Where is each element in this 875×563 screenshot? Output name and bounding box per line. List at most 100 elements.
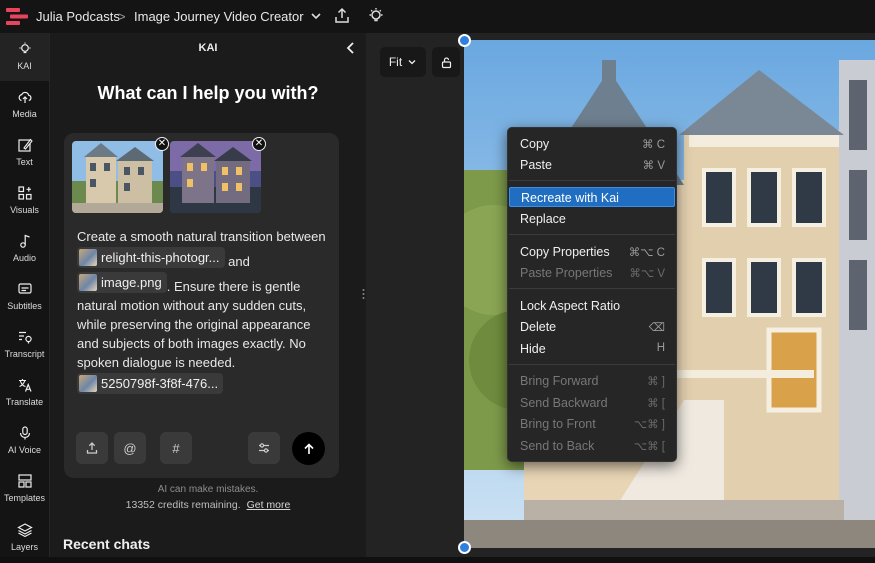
chip-label: image.png	[101, 275, 162, 290]
rail-item-text[interactable]: Text	[0, 129, 49, 177]
menu-item-replace[interactable]: Replace	[509, 209, 675, 229]
timeline-edge	[0, 557, 875, 563]
rail-item-subtitles[interactable]: Subtitles	[0, 273, 49, 321]
menu-item-bring-forward: Bring Forward ⌘ ]	[509, 371, 675, 391]
rail-item-templates[interactable]: Templates	[0, 465, 49, 513]
music-note-icon	[19, 234, 30, 248]
menu-shortcut: H	[656, 342, 665, 354]
menu-label: Paste	[520, 158, 552, 172]
credits-remaining: 13352 credits remaining.	[125, 499, 241, 511]
menu-label: Send to Back	[520, 439, 595, 453]
transcript-icon	[18, 331, 32, 344]
share-upload-icon[interactable]	[332, 6, 352, 26]
prompt-card: ✕ ✕ Create a smooth natural transition b…	[64, 133, 339, 478]
menu-item-send-to-back: Send to Back ⌥⌘ [	[509, 436, 675, 456]
kai-panel: KAI What can I help you with? ✕ ✕ Create…	[50, 33, 366, 563]
menu-separator	[509, 180, 675, 181]
menu-label: Recreate with Kai	[521, 191, 619, 205]
menu-item-delete[interactable]: Delete ⌫	[509, 317, 675, 337]
chip-label: 5250798f-3f8f-476...	[101, 376, 219, 391]
menu-item-copy-properties[interactable]: Copy Properties ⌘⌥ C	[509, 242, 675, 262]
upload-icon	[86, 442, 98, 454]
menu-item-hide[interactable]: Hide H	[509, 339, 675, 359]
aspect-lock-button[interactable]	[432, 47, 460, 77]
menu-separator	[509, 234, 675, 235]
rail-item-transcript[interactable]: Transcript	[0, 321, 49, 369]
bulb-icon	[19, 42, 30, 54]
chip-label: relight-this-photogr...	[101, 250, 220, 265]
arrow-up-icon	[303, 442, 314, 454]
zoom-label: Fit	[388, 55, 403, 69]
rail-item-kai[interactable]: KAI	[0, 33, 49, 81]
chevron-down-icon	[408, 60, 416, 65]
rail-label: Templates	[3, 493, 46, 503]
rail-label: AI Voice	[7, 445, 42, 455]
house-day-thumbnail	[72, 141, 163, 213]
rail-label: Audio	[12, 253, 37, 263]
rail-label: KAI	[17, 61, 32, 71]
mention-chip-3[interactable]: 5250798f-3f8f-476...	[77, 373, 224, 394]
subtitles-icon	[17, 283, 32, 294]
menu-item-paste[interactable]: Paste ⌘ V	[509, 155, 675, 175]
rail-item-visuals[interactable]: Visuals	[0, 177, 49, 225]
breadcrumb-project[interactable]: Image Journey Video Creator	[134, 9, 304, 24]
menu-item-recreate-with-kai[interactable]: Recreate with Kai	[509, 187, 675, 207]
send-button[interactable]	[292, 432, 325, 465]
menu-item-copy[interactable]: Copy ⌘ C	[509, 134, 675, 154]
rail-label: Subtitles	[7, 301, 42, 311]
menu-shortcut: ⌘⌥ C	[628, 247, 665, 259]
menu-item-lock-aspect-ratio[interactable]: Lock Aspect Ratio	[509, 296, 675, 316]
rail-label: Text	[16, 157, 33, 167]
resize-handle-bottom-left[interactable]	[458, 541, 471, 554]
unlock-icon	[441, 56, 451, 68]
menu-label: Delete	[520, 320, 557, 334]
prompt-text[interactable]: Create a smooth natural transition betwe…	[77, 227, 329, 397]
image-thumbnail-icon	[79, 249, 97, 266]
attached-image-2[interactable]	[170, 141, 261, 213]
chevron-left-icon[interactable]	[344, 41, 358, 55]
menu-item-send-backward: Send Backward ⌘ [	[509, 393, 675, 413]
translate-icon	[18, 379, 32, 392]
attached-image-1[interactable]	[72, 141, 163, 213]
mention-chip-2[interactable]: image.png	[77, 272, 167, 293]
menu-label: Lock Aspect Ratio	[520, 299, 621, 313]
rail-label: Layers	[10, 542, 38, 552]
panel-resize-handle[interactable]	[362, 288, 365, 300]
image-thumbnail-icon	[79, 274, 97, 291]
app-logo-icon[interactable]	[6, 8, 28, 25]
rail-label: Media	[12, 109, 37, 119]
templates-icon	[17, 474, 32, 488]
remove-image-2-icon[interactable]: ✕	[252, 137, 266, 151]
house-dusk-thumbnail	[170, 141, 261, 213]
chevron-down-icon[interactable]	[306, 6, 326, 26]
breadcrumb-workspace[interactable]: Julia Podcasts	[36, 9, 120, 24]
mention-button[interactable]: @	[114, 432, 146, 464]
mention-chip-1[interactable]: relight-this-photogr...	[77, 247, 225, 268]
menu-item-bring-to-front: Bring to Front ⌥⌘ ]	[509, 414, 675, 434]
settings-sliders-button[interactable]	[248, 432, 280, 464]
get-more-link[interactable]: Get more	[247, 499, 291, 511]
recent-chats-heading: Recent chats	[63, 536, 151, 552]
tag-button[interactable]: #	[160, 432, 192, 464]
disclaimer-text: AI can make mistakes.	[157, 484, 259, 495]
rail-item-translate[interactable]: Translate	[0, 369, 49, 417]
prompt-and: and	[228, 254, 250, 269]
menu-label: Copy Properties	[520, 245, 610, 259]
remove-image-1-icon[interactable]: ✕	[155, 137, 169, 151]
kai-headline: What can I help you with?	[97, 83, 319, 103]
rail-item-audio[interactable]: Audio	[0, 225, 49, 273]
rail-item-media[interactable]: Media	[0, 81, 49, 129]
left-nav-rail: KAI Media Text Visuals Audio Subtitles T…	[0, 33, 50, 563]
upload-button[interactable]	[76, 432, 108, 464]
rail-label: Visuals	[10, 205, 39, 215]
menu-separator	[509, 364, 675, 365]
menu-shortcut: ⌘ [	[647, 398, 665, 410]
menu-label: Paste Properties	[520, 266, 613, 280]
zoom-fit-dropdown[interactable]: Fit	[380, 47, 426, 77]
bulb-icon[interactable]	[366, 6, 386, 26]
rail-item-ai-voice[interactable]: AI Voice	[0, 417, 49, 465]
resize-handle-top-left[interactable]	[458, 34, 471, 47]
backspace-icon: ⌫	[648, 322, 665, 334]
shapes-plus-icon	[17, 186, 32, 200]
rail-item-layers[interactable]: Layers	[0, 514, 49, 562]
